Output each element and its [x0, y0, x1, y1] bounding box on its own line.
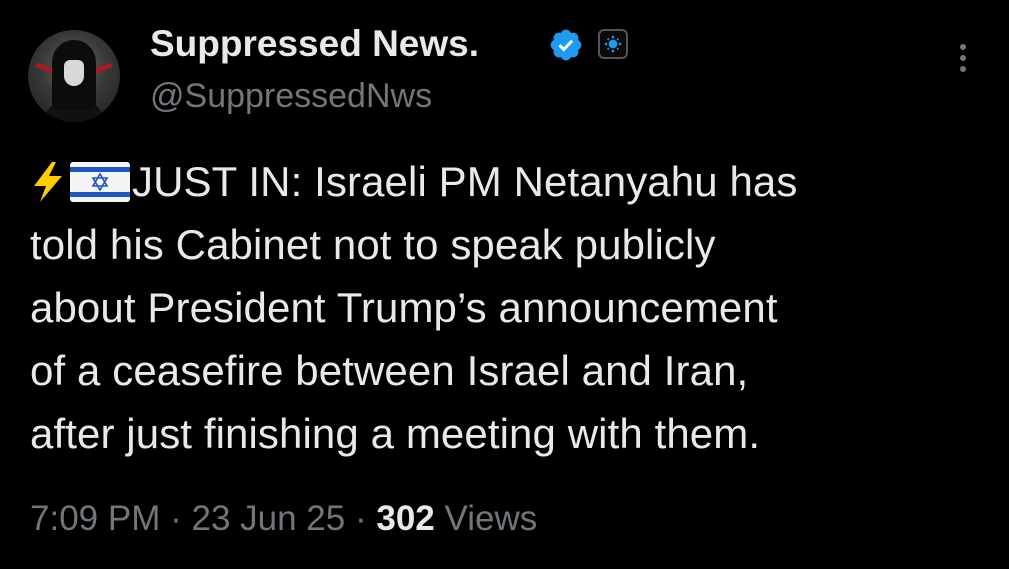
tweet-time[interactable]: 7:09 PM	[30, 499, 160, 538]
dot	[960, 55, 966, 61]
avatar-accent-right	[93, 63, 113, 73]
israel-flag-emoji-icon	[70, 162, 130, 202]
high-voltage-emoji-icon	[34, 162, 62, 202]
tweet-line-text: JUST IN: Israeli PM Netanyahu has	[132, 158, 798, 205]
tweet-text: JUST IN: Israeli PM Netanyahu has told h…	[30, 150, 990, 465]
avatar[interactable]	[28, 30, 120, 122]
tweet-line: JUST IN: Israeli PM Netanyahu has	[30, 150, 990, 213]
dot	[960, 44, 966, 50]
dot	[960, 66, 966, 72]
tweet-line: of a ceasefire between Israel and Iran,	[30, 347, 749, 394]
affiliation-badge-icon[interactable]	[598, 29, 628, 59]
user-handle[interactable]: @SuppressedNws	[150, 74, 432, 118]
tweet[interactable]: Suppressed News. @SuppressedNws JUST IN:…	[0, 0, 1009, 569]
verified-badge-icon[interactable]	[548, 27, 584, 63]
views-label[interactable]: Views	[445, 499, 538, 538]
tweet-line: about President Trump’s announcement	[30, 284, 778, 331]
avatar-mask	[64, 60, 84, 86]
views-count[interactable]: 302	[376, 499, 434, 538]
display-name[interactable]: Suppressed News.	[150, 22, 479, 66]
tweet-line: told his Cabinet not to speak publicly	[30, 221, 716, 268]
separator: ·	[354, 499, 367, 538]
tweet-line: after just finishing a meeting with them…	[30, 410, 761, 457]
separator: ·	[170, 499, 182, 538]
tweet-date[interactable]: 23 Jun 25	[191, 499, 345, 538]
more-options-icon[interactable]	[948, 44, 978, 84]
tweet-meta: 7:09 PM · 23 Jun 25 · 302 Views	[30, 496, 537, 542]
